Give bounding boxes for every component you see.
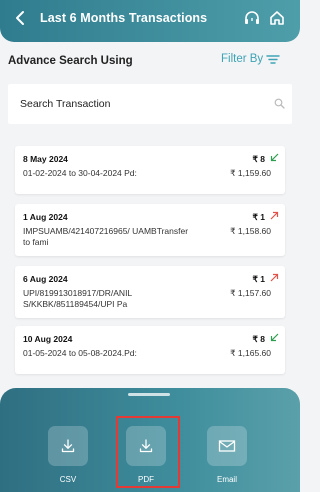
transaction-date: 6 Aug 2024 bbox=[23, 274, 68, 284]
search-input[interactable] bbox=[20, 96, 260, 112]
mail-icon bbox=[218, 440, 236, 452]
search-icon[interactable] bbox=[274, 98, 285, 109]
transaction-value: ₹ 1 bbox=[252, 212, 266, 222]
csv-download-button[interactable] bbox=[48, 426, 88, 466]
filter-by-button[interactable]: Filter By bbox=[221, 53, 280, 65]
pdf-highlight-box bbox=[116, 416, 180, 488]
transaction-date: 1 Aug 2024 bbox=[23, 212, 68, 222]
transaction-date: 10 Aug 2024 bbox=[23, 334, 73, 344]
transaction-card[interactable]: 1 Aug 2024 ₹ 1 IMPSUAMB/421407216965/ UA… bbox=[15, 204, 285, 256]
transaction-amount: ₹ 1,159.60 bbox=[230, 168, 271, 178]
email-label: Email bbox=[216, 475, 237, 484]
filter-lines-icon bbox=[266, 55, 280, 64]
filter-by-label: Filter By bbox=[221, 53, 264, 65]
support-headset-icon[interactable] bbox=[243, 9, 261, 27]
transaction-description: UPI/819913018917/DR/ANIL S/KKBK/85118945… bbox=[23, 288, 132, 309]
back-arrow-icon[interactable] bbox=[12, 9, 30, 27]
credit-arrow-icon bbox=[270, 333, 279, 342]
transaction-card[interactable]: 10 Aug 2024 ₹ 8 01-05-2024 to 05-08-2024… bbox=[15, 326, 285, 374]
credit-arrow-icon bbox=[270, 153, 279, 162]
transaction-value: ₹ 8 bbox=[252, 154, 266, 164]
debit-arrow-icon bbox=[270, 211, 279, 220]
home-icon[interactable] bbox=[268, 9, 286, 27]
transaction-card[interactable]: 8 May 2024 ₹ 8 01-02-2024 to 30-04-2024 … bbox=[15, 146, 285, 194]
email-button[interactable] bbox=[207, 426, 247, 466]
transaction-description: 01-02-2024 to 30-04-2024 Pd: bbox=[23, 168, 137, 178]
transaction-amount: ₹ 1,157.60 bbox=[230, 288, 271, 298]
transaction-amount: ₹ 1,165.60 bbox=[230, 348, 271, 358]
advance-search-heading: Advance Search Using bbox=[8, 55, 133, 67]
transaction-value: ₹ 8 bbox=[252, 334, 266, 344]
search-box bbox=[8, 84, 292, 124]
transaction-amount: ₹ 1,158.60 bbox=[230, 226, 271, 236]
transaction-date: 8 May 2024 bbox=[23, 154, 68, 164]
transaction-card[interactable]: 6 Aug 2024 ₹ 1 UPI/819913018917/DR/ANIL … bbox=[15, 266, 285, 318]
csv-label: CSV bbox=[59, 475, 77, 484]
transaction-description: 01-05-2024 to 05-08-2024.Pd: bbox=[23, 348, 137, 358]
page-title: Last 6 Months Transactions bbox=[40, 11, 208, 25]
transaction-value: ₹ 1 bbox=[252, 274, 266, 284]
transaction-description: IMPSUAMB/421407216965/ UAMBTransfer to f… bbox=[23, 226, 189, 247]
sheet-drag-handle[interactable] bbox=[128, 393, 170, 396]
app-header: Last 6 Months Transactions bbox=[0, 0, 300, 42]
debit-arrow-icon bbox=[270, 273, 279, 282]
download-icon bbox=[61, 439, 75, 453]
